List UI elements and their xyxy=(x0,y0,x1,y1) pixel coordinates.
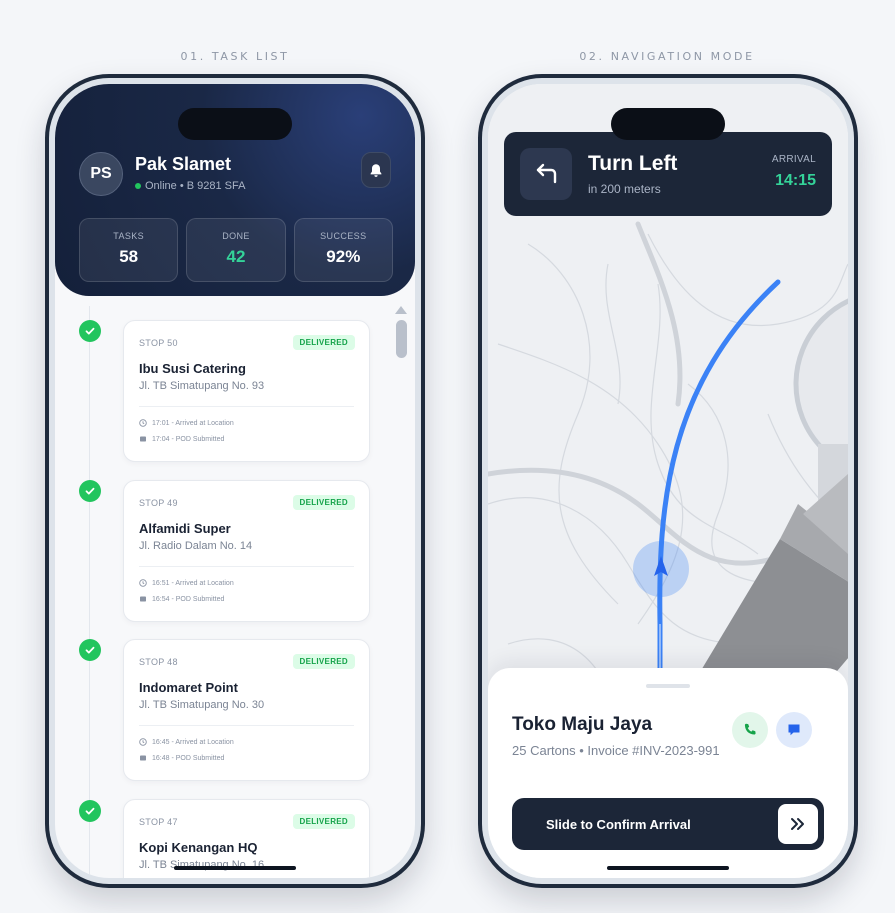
status-badge: DELIVERED xyxy=(292,814,355,829)
stop-number: STOP 47 xyxy=(139,817,178,827)
dynamic-island xyxy=(611,108,725,140)
stop-name: Ibu Susi Catering xyxy=(139,361,246,376)
arrival-log: 16:45 - Arrived at Location xyxy=(139,738,234,746)
stop-name: Kopi Kenangan HQ xyxy=(139,840,258,855)
double-chevron-right-icon xyxy=(791,818,804,830)
confirm-arrival-slider[interactable]: Slide to Confirm Arrival xyxy=(512,798,824,850)
pod-log: 16:54 - POD Submitted xyxy=(139,595,224,603)
scroll-up-arrow[interactable] xyxy=(395,306,407,314)
arrival-log-text: 16:45 - Arrived at Location xyxy=(152,738,234,746)
pod-log-text: 16:48 - POD Submitted xyxy=(152,754,225,762)
pod-log-text: 16:54 - POD Submitted xyxy=(152,595,225,603)
bell-icon xyxy=(370,163,382,177)
stat-label: TASKS xyxy=(113,231,145,241)
stop-number: STOP 49 xyxy=(139,498,178,508)
task-list-screen: PS Pak Slamet Online • B 9281 SFA TASKS … xyxy=(55,84,415,878)
arrival-log: 16:51 - Arrived at Location xyxy=(139,579,234,587)
right-caption: 02. NAVIGATION MODE xyxy=(579,50,755,63)
scrollbar-thumb[interactable] xyxy=(396,320,407,358)
clock-icon xyxy=(139,738,147,746)
destination-details: 25 Cartons • Invoice #INV-2023-991 xyxy=(512,743,720,758)
document-icon xyxy=(140,596,146,602)
avatar[interactable]: PS xyxy=(79,152,123,196)
status-badge: DELIVERED xyxy=(292,654,355,669)
status-badge: DELIVERED xyxy=(292,335,355,350)
stop-address: Jl. Radio Dalam No. 14 xyxy=(139,540,253,552)
arrival-log: 17:01 - Arrived at Location xyxy=(139,419,234,427)
navigation-screen: Turn Left in 200 meters ARRIVAL 14:15 To… xyxy=(488,84,848,878)
divider xyxy=(139,406,354,407)
arrival-label: ARRIVAL xyxy=(771,154,816,165)
document-icon xyxy=(140,436,146,442)
task-list-phone: PS Pak Slamet Online • B 9281 SFA TASKS … xyxy=(45,74,425,888)
slider-label: Slide to Confirm Arrival xyxy=(546,817,691,832)
stop-number: STOP 48 xyxy=(139,657,178,667)
stop-number: STOP 50 xyxy=(139,338,178,348)
stat-done: DONE 42 xyxy=(186,218,286,282)
divider xyxy=(139,566,354,567)
task-card[interactable]: STOP 49 DELIVERED Alfamidi Super Jl. Rad… xyxy=(123,480,370,622)
pod-log: 16:48 - POD Submitted xyxy=(139,754,224,762)
stat-success: SUCCESS 92% xyxy=(293,218,393,282)
check-icon xyxy=(79,639,101,661)
driver-status: Online • B 9281 SFA xyxy=(135,180,245,192)
left-caption: 01. TASK LIST xyxy=(180,50,290,63)
stat-value: 58 xyxy=(119,247,139,266)
home-indicator xyxy=(607,866,729,870)
task-card[interactable]: STOP 48 DELIVERED Indomaret Point Jl. TB… xyxy=(123,639,370,781)
status-badge: DELIVERED xyxy=(292,495,355,510)
stat-label: DONE xyxy=(222,231,250,241)
turn-instruction: Turn Left xyxy=(588,152,678,175)
online-indicator-icon xyxy=(135,183,141,189)
slider-knob[interactable] xyxy=(778,804,818,844)
stop-address: Jl. TB Simatupang No. 93 xyxy=(139,380,265,392)
turn-left-arrow-icon xyxy=(536,163,557,184)
turn-direction-badge xyxy=(520,148,572,200)
document-icon xyxy=(140,755,146,761)
stats-row: TASKS 58 DONE 42 SUCCESS 92% xyxy=(79,218,393,282)
chat-icon xyxy=(788,724,800,736)
navigation-instruction-panel: Turn Left in 200 meters ARRIVAL 14:15 xyxy=(504,132,832,216)
navigation-phone: Turn Left in 200 meters ARRIVAL 14:15 To… xyxy=(478,74,858,888)
phone-icon xyxy=(744,723,756,735)
destination-sheet: Toko Maju Jaya 25 Cartons • Invoice #INV… xyxy=(488,668,848,878)
home-indicator xyxy=(174,866,296,870)
driver-name: Pak Slamet xyxy=(135,154,232,174)
pod-log-text: 17:04 - POD Submitted xyxy=(152,435,225,443)
clock-icon xyxy=(139,579,147,587)
stop-address: Jl. TB Simatupang No. 30 xyxy=(139,699,265,711)
call-button[interactable] xyxy=(732,712,768,748)
turn-distance: in 200 meters xyxy=(588,182,661,196)
notifications-button[interactable] xyxy=(361,152,391,188)
destination-name: Toko Maju Jaya xyxy=(512,714,653,735)
check-icon xyxy=(79,320,101,342)
stat-value: 42 xyxy=(226,247,246,266)
arrival-time: 14:15 xyxy=(775,172,816,189)
stop-name: Indomaret Point xyxy=(139,680,238,695)
task-timeline[interactable]: STOP 50 DELIVERED Ibu Susi Catering Jl. … xyxy=(55,296,415,878)
check-icon xyxy=(79,800,101,822)
check-icon xyxy=(79,480,101,502)
divider xyxy=(139,725,354,726)
sheet-drag-handle[interactable] xyxy=(646,684,690,688)
driver-status-text: Online • B 9281 SFA xyxy=(145,180,246,192)
stat-tasks: TASKS 58 xyxy=(79,218,179,282)
arrival-log-text: 17:01 - Arrived at Location xyxy=(152,419,234,427)
stat-value: 92% xyxy=(326,247,361,266)
stat-label: SUCCESS xyxy=(320,231,367,241)
stop-name: Alfamidi Super xyxy=(139,521,231,536)
message-button[interactable] xyxy=(776,712,812,748)
dynamic-island xyxy=(178,108,292,140)
task-card[interactable]: STOP 50 DELIVERED Ibu Susi Catering Jl. … xyxy=(123,320,370,462)
timeline-line xyxy=(89,306,90,878)
pod-log: 17:04 - POD Submitted xyxy=(139,435,224,443)
arrival-log-text: 16:51 - Arrived at Location xyxy=(152,579,234,587)
clock-icon xyxy=(139,419,147,427)
